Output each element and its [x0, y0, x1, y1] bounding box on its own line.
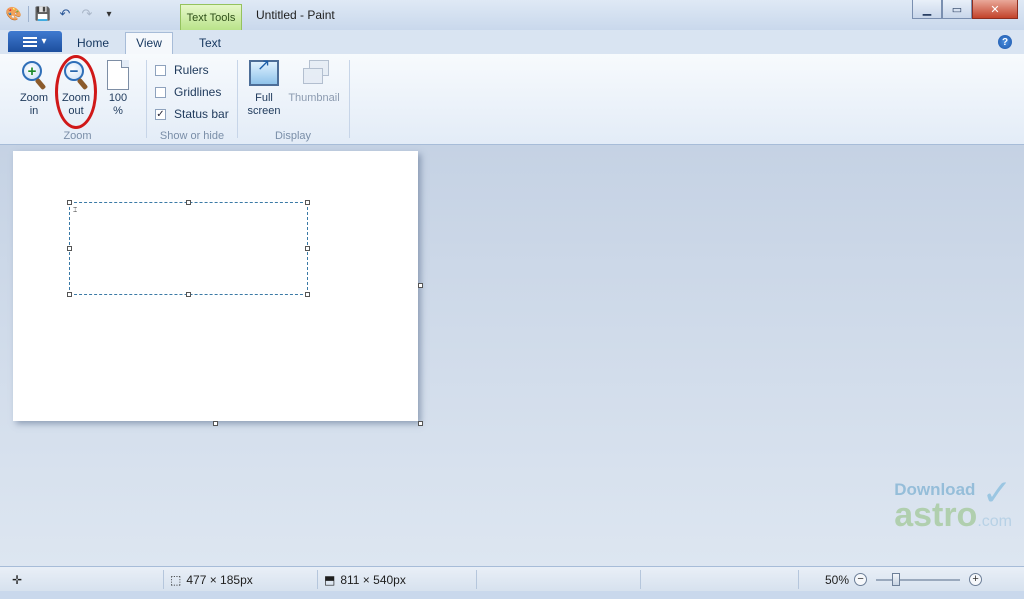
status-divider — [317, 570, 318, 589]
zoom-level: 50% — [825, 572, 850, 587]
zoom-group-label: Zoom — [63, 130, 92, 142]
text-box-handle[interactable] — [305, 246, 310, 251]
menu-icon — [23, 36, 38, 47]
tab-view[interactable]: View — [125, 32, 173, 55]
window-title: Untitled - Paint — [256, 8, 335, 22]
ribbon-tabs: ▾ Home View Text ? — [0, 30, 1024, 55]
tab-text[interactable]: Text — [184, 33, 236, 54]
chevron-down-icon[interactable]: ▾ — [101, 6, 117, 22]
status-divider — [476, 570, 477, 589]
close-icon: ✕ — [990, 3, 1000, 16]
save-icon[interactable]: 💾 — [35, 6, 51, 22]
close-button[interactable]: ✕ — [972, 0, 1018, 19]
maximize-button[interactable]: ▭ — [942, 0, 972, 19]
text-box-handle[interactable] — [186, 292, 191, 297]
zoom-in-small-button[interactable]: + — [969, 573, 983, 586]
paint-menu-button[interactable]: ▾ — [8, 31, 62, 52]
zoom-in-label-2: in — [29, 105, 39, 117]
zoom-in-label-1: Zoom — [19, 92, 49, 104]
zoom-in-icon: + — [21, 60, 47, 91]
window-controls: ▁ ▭ ✕ — [912, 0, 1018, 19]
drawing-canvas[interactable]: ⌶ — [13, 151, 418, 421]
status-divider — [640, 570, 641, 589]
move-cursor-icon: ✛ — [12, 572, 23, 587]
full-screen-label-1: Full — [255, 92, 273, 104]
canvas-resize-handle-bottom[interactable] — [213, 421, 218, 426]
minimize-icon: ▁ — [922, 3, 932, 16]
canvas-area[interactable]: ⌶ Download astro.com ✓ — [0, 145, 1024, 566]
status-divider — [163, 570, 164, 589]
redo-icon[interactable]: ↷ — [79, 6, 95, 22]
quick-access-toolbar: 🎨 💾 ↶ ↷ ▾ — [6, 6, 117, 22]
zoom-slider[interactable] — [876, 572, 961, 586]
selection-icon: ⬚ — [170, 572, 182, 587]
ribbon-divider — [349, 60, 350, 138]
show-hide-group: Show or hide — [147, 54, 237, 144]
text-box[interactable]: ⌶ — [69, 202, 308, 295]
thumbnail-button[interactable]: Thumbnail — [284, 60, 344, 105]
page-icon — [107, 60, 129, 90]
show-hide-group-label: Show or hide — [159, 130, 225, 142]
context-tab-text-tools: Text Tools — [180, 4, 242, 30]
zoom-100-label-1: 100 — [108, 92, 128, 104]
status-divider — [798, 570, 799, 589]
display-group: Full screen Thumbnail Display — [238, 54, 348, 144]
zoom-slider-thumb[interactable] — [892, 572, 901, 586]
checkmark-icon: ✓ — [981, 472, 1012, 513]
help-icon[interactable]: ? — [998, 35, 1012, 49]
text-box-handle[interactable] — [186, 200, 191, 205]
title-bar: 🎨 💾 ↶ ↷ ▾ Text Tools Untitled - Paint ▁ … — [0, 0, 1024, 30]
window-bottom-edge — [0, 591, 1024, 599]
watermark-astro: astro — [894, 496, 978, 534]
zoom-100-button[interactable]: 100 % — [102, 60, 134, 118]
text-box-handle[interactable] — [67, 246, 72, 251]
full-screen-icon — [249, 59, 279, 86]
zoom-in-button[interactable]: + Zoom in — [16, 60, 52, 118]
canvas-size-icon: ⬒ — [324, 572, 336, 587]
zoom-100-label-2: % — [113, 105, 123, 117]
minimize-button[interactable]: ▁ — [912, 0, 942, 19]
watermark: Download astro.com ✓ — [894, 472, 1012, 534]
ribbon-view: + Zoom in − Zoom out 100 % Zoom Rulers G… — [0, 54, 1024, 145]
highlight-ring — [55, 55, 97, 129]
text-cursor-icon: ⌶ — [73, 207, 78, 214]
canvas-resize-handle-corner[interactable] — [418, 421, 423, 426]
full-screen-label-2: screen — [247, 105, 281, 117]
chevron-down-icon: ▾ — [41, 36, 47, 47]
maximize-icon: ▭ — [951, 3, 963, 16]
tab-home[interactable]: Home — [68, 33, 118, 54]
qat-separator — [28, 6, 29, 22]
canvas-size-value: 811 × 540px — [340, 572, 406, 587]
full-screen-button[interactable]: Full screen — [246, 59, 282, 118]
text-box-handle[interactable] — [305, 292, 310, 297]
selection-size: ⬚ 477 × 185px — [170, 567, 253, 592]
watermark-com: .com — [977, 513, 1012, 530]
text-box-handle[interactable] — [67, 200, 72, 205]
paint-app-icon[interactable]: 🎨 — [6, 6, 22, 22]
selection-size-value: 477 × 185px — [186, 572, 253, 587]
canvas-size: ⬒ 811 × 540px — [324, 567, 406, 592]
canvas-resize-handle-right[interactable] — [418, 283, 423, 288]
undo-icon[interactable]: ↶ — [57, 6, 73, 22]
status-bar: ✛ ⬚ 477 × 185px ⬒ 811 × 540px 50% − + — [0, 566, 1024, 592]
zoom-controls: 50% − + — [825, 567, 983, 592]
cursor-position: ✛ — [12, 567, 22, 592]
text-box-handle[interactable] — [305, 200, 310, 205]
text-box-handle[interactable] — [67, 292, 72, 297]
thumbnail-label: Thumbnail — [288, 92, 340, 104]
zoom-out-small-button[interactable]: − — [854, 573, 868, 586]
display-group-label: Display — [274, 130, 312, 142]
thumbnail-icon — [299, 60, 329, 86]
